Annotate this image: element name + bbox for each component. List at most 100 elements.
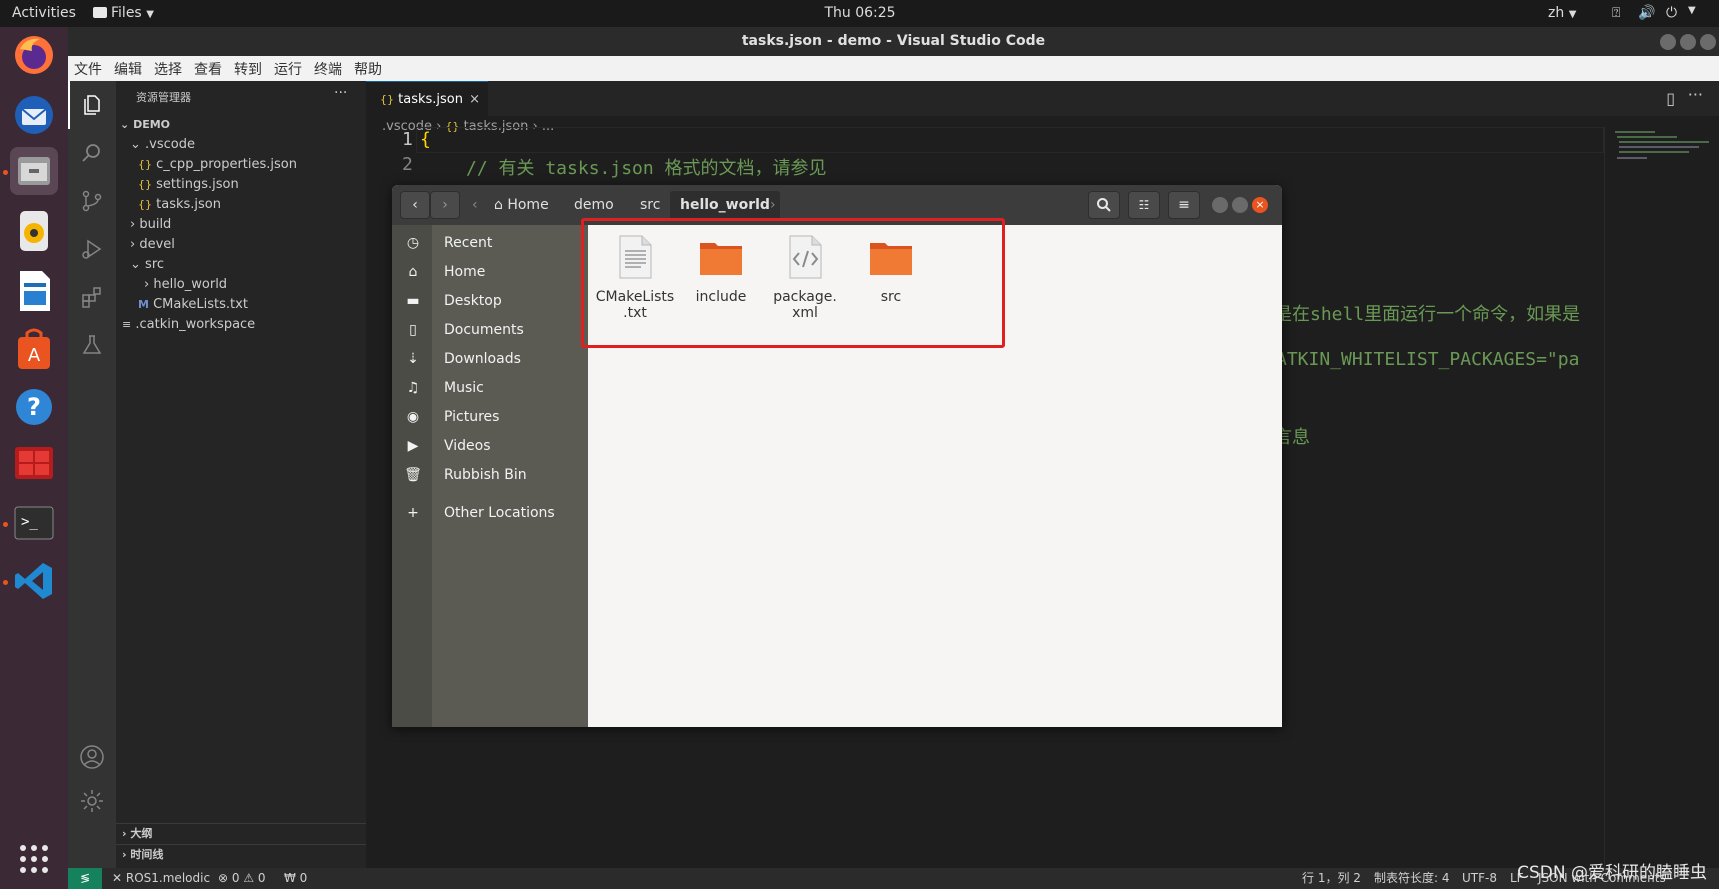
extensions-icon[interactable] [76, 281, 108, 313]
back-button[interactable]: ‹ [400, 191, 430, 219]
tree-item-cmakelists[interactable]: M CMakeLists.txt [138, 295, 248, 315]
problems-indicator[interactable]: ⊗ 0 ⚠ 0 [218, 868, 266, 889]
volume-icon[interactable]: 🔊 [1638, 5, 1655, 21]
menu-file[interactable]: 文件 [74, 59, 102, 79]
sidebar-desktop[interactable]: ▬ Desktop [392, 285, 588, 317]
tab-tasks-json[interactable]: {} tasks.json × [366, 81, 488, 116]
explorer-icon[interactable] [76, 89, 108, 121]
workspace-root[interactable]: ⌄ DEMO [120, 115, 170, 135]
chevron-right-icon: › [442, 197, 448, 213]
terminal-icon[interactable]: >_ [10, 499, 58, 547]
path-home[interactable]: ⌂ Home [494, 191, 549, 219]
view-options-button[interactable]: ☷ [1128, 191, 1160, 219]
remote-name[interactable]: ✕ ROS1.melodic [112, 868, 210, 889]
help-icon[interactable]: ? [10, 383, 58, 431]
firefox-icon[interactable] [10, 31, 58, 79]
menu-run[interactable]: 运行 [274, 59, 302, 79]
more-actions-icon[interactable]: ··· [1688, 85, 1703, 104]
network-icon[interactable]: ⍰ [1612, 5, 1620, 21]
tree-item-hello-world[interactable]: › hello_world [144, 275, 227, 295]
sidebar-documents[interactable]: ▯ Documents [392, 314, 588, 346]
sidebar-label: Music [444, 380, 484, 396]
cursor-position[interactable]: 行 1，列 2 [1302, 868, 1361, 889]
maximize-button[interactable] [1680, 34, 1696, 50]
svg-text:A: A [28, 345, 41, 366]
tree-item-src[interactable]: ⌄ src [130, 255, 164, 275]
sidebar-other-locations[interactable]: + Other Locations [392, 497, 588, 529]
system-menu-chevron-icon[interactable]: ▼ [1688, 5, 1696, 16]
tree-item-vscode[interactable]: ⌄ .vscode [130, 135, 195, 155]
divider [116, 823, 366, 824]
close-icon[interactable]: × [469, 82, 480, 117]
remote-indicator-icon[interactable]: ≶ [68, 868, 102, 889]
tree-item-build[interactable]: › build [130, 215, 171, 235]
source-control-icon[interactable] [76, 185, 108, 217]
root-label: DEMO [133, 118, 171, 131]
minimize-button[interactable] [1212, 197, 1228, 213]
menu-edit[interactable]: 编辑 [114, 59, 142, 79]
files-manager-icon[interactable] [10, 147, 58, 195]
sidebar-rubbish-bin[interactable]: 🗑 Rubbish Bin [392, 459, 588, 491]
split-editor-icon[interactable]: ▯ [1666, 89, 1675, 108]
tree-label: CMakeLists.txt [153, 297, 248, 312]
close-button[interactable]: × [1252, 197, 1268, 213]
menu-help[interactable]: 帮助 [354, 59, 382, 79]
close-button[interactable] [1700, 34, 1716, 50]
power-icon[interactable]: ⏻ [1666, 5, 1677, 21]
timeline-section[interactable]: › 时间线 [122, 845, 163, 865]
tree-item-c-cpp-properties[interactable]: {} c_cpp_properties.json [138, 155, 297, 175]
sidebar-home[interactable]: ⌂ Home [392, 256, 588, 288]
menu-go[interactable]: 转到 [234, 59, 262, 79]
path-src[interactable]: src [640, 191, 660, 219]
forward-button[interactable]: › [430, 191, 460, 219]
path-hello-world[interactable]: hello_world [670, 191, 780, 219]
menu-button[interactable]: ≡ [1168, 191, 1200, 219]
sidebar-recent[interactable]: ◷ Recent [392, 227, 588, 259]
path-demo[interactable]: demo [574, 191, 614, 219]
sidebar-pictures[interactable]: ◉ Pictures [392, 401, 588, 433]
sidebar-downloads[interactable]: ⇣ Downloads [392, 343, 588, 375]
testing-icon[interactable] [76, 329, 108, 361]
sidebar-music[interactable]: ♫ Music [392, 372, 588, 404]
menu-view[interactable]: 查看 [194, 59, 222, 79]
search-button[interactable] [1088, 191, 1120, 219]
ports-indicator[interactable]: ₩ 0 [284, 868, 307, 889]
explorer-more-button[interactable]: ··· [334, 85, 347, 101]
explorer-title: 资源管理器 [136, 91, 191, 104]
account-icon[interactable] [76, 741, 108, 773]
path-scroll-right-icon[interactable]: › [770, 191, 776, 219]
minimap[interactable] [1604, 127, 1719, 868]
encoding[interactable]: UTF-8 [1462, 868, 1497, 889]
tree-label: build [139, 217, 172, 232]
sidebar-videos[interactable]: ▶ Videos [392, 430, 588, 462]
clock[interactable]: Thu 06:25 [810, 5, 910, 21]
menu-terminal[interactable]: 终端 [314, 59, 342, 79]
search-icon[interactable] [76, 137, 108, 169]
cmake-file-icon: M [138, 298, 149, 311]
folder-icon: ▬ [406, 293, 420, 309]
tree-item-settings[interactable]: {} settings.json [138, 175, 239, 195]
writer-icon[interactable] [10, 267, 58, 315]
outline-section[interactable]: › 大纲 [122, 824, 152, 844]
tree-item-devel[interactable]: › devel [130, 235, 175, 255]
system-top-bar: Activities Files ▼ Thu 06:25 zh ▼ ⍰ 🔊 ⏻ … [0, 0, 1719, 27]
app-menu[interactable]: Files ▼ [93, 5, 154, 21]
tree-item-tasks[interactable]: {} tasks.json [138, 195, 221, 215]
path-scroll-left-icon[interactable]: ‹ [472, 191, 478, 219]
software-center-icon[interactable]: A [10, 325, 58, 373]
terminator-icon[interactable] [10, 439, 58, 487]
menu-selection[interactable]: 选择 [154, 59, 182, 79]
minimize-button[interactable] [1660, 34, 1676, 50]
rhythmbox-icon[interactable] [10, 207, 58, 255]
vscode-icon[interactable] [10, 557, 58, 605]
language-indicator[interactable]: zh ▼ [1548, 5, 1576, 21]
tree-item-catkin-workspace[interactable]: ≡ .catkin_workspace [122, 315, 255, 335]
tab-size[interactable]: 制表符长度: 4 [1374, 868, 1450, 889]
run-debug-icon[interactable] [76, 233, 108, 265]
show-applications-icon[interactable] [10, 835, 58, 883]
settings-gear-icon[interactable] [76, 785, 108, 817]
activities-button[interactable]: Activities [12, 5, 76, 21]
maximize-button[interactable] [1232, 197, 1248, 213]
thunderbird-icon[interactable] [10, 91, 58, 139]
tree-label: devel [139, 237, 175, 252]
